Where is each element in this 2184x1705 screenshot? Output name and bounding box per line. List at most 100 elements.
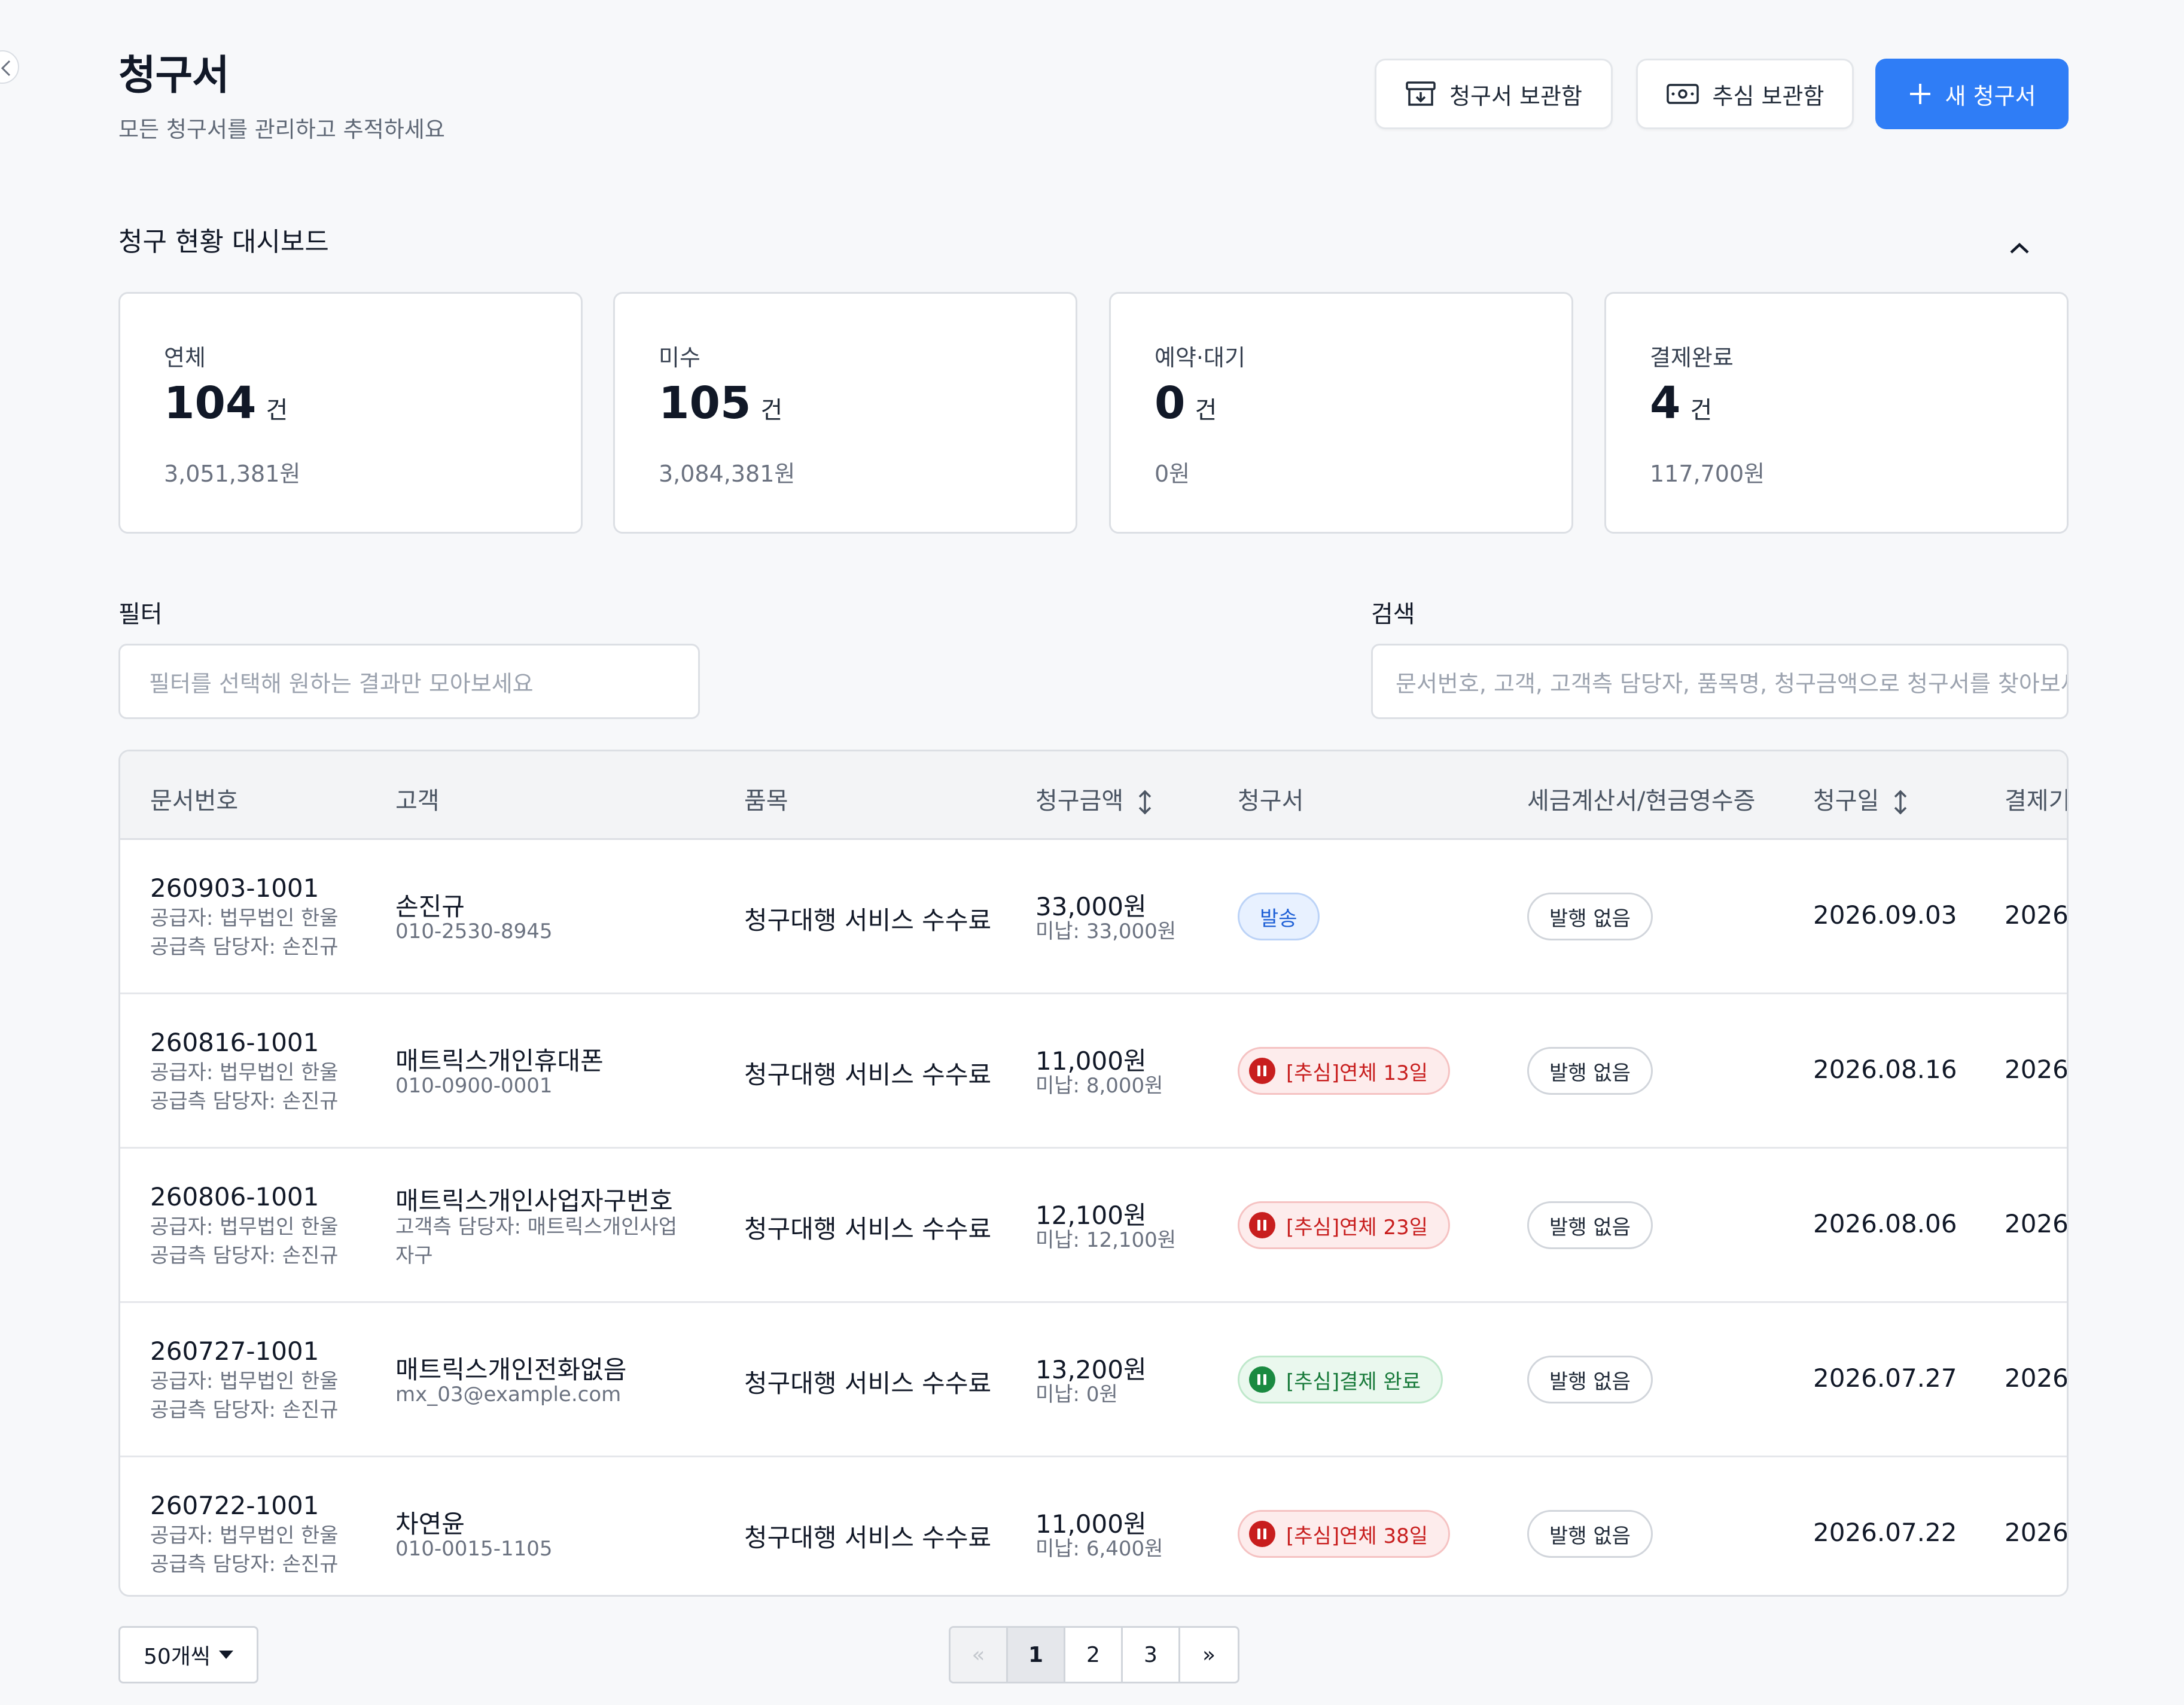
pause-icon <box>1249 1521 1275 1547</box>
page-button-2[interactable]: 2 <box>1065 1628 1123 1682</box>
column-header-invoice[interactable]: 청구서 <box>1238 781 1303 816</box>
due-date: 2026. <box>2005 1518 2069 1547</box>
per-page-value: 50개씩 <box>143 1645 211 1669</box>
item-name: 청구대행 서비스 수수료 <box>744 906 992 935</box>
column-header-doc-no[interactable]: 문서번호 <box>150 781 238 816</box>
search-input[interactable]: 문서번호, 고객, 고객측 담당자, 품목명, 청구금액으로 청구서를 찾아보세… <box>1371 644 2069 719</box>
supplier-contact: 공급측 담당자: 손진규 <box>150 1398 339 1422</box>
table-row[interactable]: 260903-1001 공급자: 법무법인 한울 공급측 담당자: 손진규 손진… <box>120 840 2067 994</box>
pause-icon <box>1249 1058 1275 1084</box>
page-button-3[interactable]: 3 <box>1123 1628 1180 1682</box>
stat-card-overdue[interactable]: 연체 104 건 3,051,381원 <box>118 292 583 534</box>
supplier: 공급자: 법무법인 한울 <box>150 1369 339 1393</box>
chevron-up-icon <box>2010 242 2029 254</box>
item-name: 청구대행 서비스 수수료 <box>744 1214 992 1244</box>
invoice-archive-button[interactable]: 청구서 보관함 <box>1375 59 1613 129</box>
stat-count: 0건 <box>1155 377 1217 429</box>
new-invoice-button[interactable]: 새 청구서 <box>1875 59 2069 129</box>
stat-card-unpaid[interactable]: 미수 105 건 3,084,381원 <box>613 292 1077 534</box>
invoice-date: 2026.07.27 <box>1813 1363 1957 1393</box>
stat-count: 104 건 <box>164 377 288 429</box>
per-page-select[interactable]: 50개씩 <box>118 1626 258 1683</box>
stat-amount: 0원 <box>1155 461 1190 487</box>
sort-arrows-icon <box>1894 790 1907 815</box>
item-name: 청구대행 서비스 수수료 <box>744 1060 992 1089</box>
banknote-icon <box>1666 84 1699 104</box>
tax-status-badge[interactable]: 발행 없음 <box>1527 1047 1653 1095</box>
unpaid-amount: 미납: 33,000원 <box>1035 920 1177 943</box>
column-header-tax[interactable]: 세금계산서/현금영수증 <box>1527 781 1755 816</box>
page-button-1[interactable]: 1 <box>1008 1628 1065 1682</box>
plus-icon <box>1909 84 1930 104</box>
supplier-contact: 공급측 담당자: 손진규 <box>150 1552 339 1576</box>
table-row[interactable]: 260806-1001 공급자: 법무법인 한울 공급측 담당자: 손진규 매트… <box>120 1149 2067 1303</box>
supplier-contact: 공급측 담당자: 손진규 <box>150 1089 339 1113</box>
archive-box-icon <box>1406 81 1436 106</box>
column-header-due[interactable]: 결제기한 <box>2005 781 2067 816</box>
unpaid-amount: 미납: 6,400원 <box>1035 1537 1163 1561</box>
invoice-date: 2026.07.22 <box>1813 1518 1957 1547</box>
customer-contact: 010-0015-1105 <box>395 1537 553 1561</box>
new-invoice-label: 새 청구서 <box>1945 83 2036 109</box>
doc-number[interactable]: 260816-1001 <box>150 1028 319 1057</box>
doc-number[interactable]: 260727-1001 <box>150 1336 319 1366</box>
stat-label: 미수 <box>659 345 700 371</box>
sort-arrows-icon <box>1138 790 1152 815</box>
stat-label: 연체 <box>164 345 206 371</box>
table-row[interactable]: 260816-1001 공급자: 법무법인 한울 공급측 담당자: 손진규 매트… <box>120 994 2067 1149</box>
table-header: 문서번호 고객 품목 청구금액 청구서 세금계산서/현금영수증 청구일 결제기한 <box>120 751 2067 840</box>
chevron-left-icon <box>1 60 11 77</box>
invoice-archive-label: 청구서 보관함 <box>1449 83 1582 109</box>
status-badge[interactable]: 발송 <box>1238 893 1320 940</box>
dashboard-collapse-button[interactable] <box>2009 242 2030 257</box>
column-header-customer[interactable]: 고객 <box>395 781 440 816</box>
table-row[interactable]: 260727-1001 공급자: 법무법인 한울 공급측 담당자: 손진규 매트… <box>120 1303 2067 1457</box>
supplier: 공급자: 법무법인 한울 <box>150 1524 339 1548</box>
tax-status-badge[interactable]: 발행 없음 <box>1527 893 1653 940</box>
column-header-item[interactable]: 품목 <box>744 781 788 816</box>
pagination: « 1 2 3 » <box>949 1626 1239 1683</box>
caret-down-icon <box>219 1651 234 1659</box>
pause-icon <box>1249 1366 1275 1393</box>
stat-card-paid[interactable]: 결제완료 4건 117,700원 <box>1604 292 2069 534</box>
prev-page-button[interactable]: « <box>951 1628 1008 1682</box>
filter-input[interactable]: 필터를 선택해 원하는 결과만 모아보세요 <box>118 644 700 719</box>
doc-number[interactable]: 260722-1001 <box>150 1491 319 1520</box>
status-badge[interactable]: [추심]연체 38일 <box>1238 1510 1451 1558</box>
stat-count: 105 건 <box>659 377 783 429</box>
unpaid-amount: 미납: 8,000원 <box>1035 1074 1163 1098</box>
tax-status-badge[interactable]: 발행 없음 <box>1527 1510 1653 1558</box>
doc-number[interactable]: 260903-1001 <box>150 873 319 903</box>
status-badge[interactable]: [추심]결제 완료 <box>1238 1356 1443 1403</box>
due-date: 2026. <box>2005 1055 2069 1084</box>
invoice-table: 문서번호 고객 품목 청구금액 청구서 세금계산서/현금영수증 청구일 결제기한… <box>118 750 2069 1597</box>
page-subtitle: 모든 청구서를 관리하고 추적하세요 <box>118 117 445 142</box>
doc-number[interactable]: 260806-1001 <box>150 1182 319 1211</box>
supplier: 공급자: 법무법인 한울 <box>150 1061 339 1085</box>
stat-amount: 3,051,381원 <box>164 461 301 487</box>
stat-label: 예약·대기 <box>1155 345 1245 371</box>
stat-count: 4건 <box>1650 377 1713 429</box>
stat-label: 결제완료 <box>1650 345 1734 371</box>
collection-archive-label: 추심 보관함 <box>1712 83 1824 109</box>
unpaid-amount: 미납: 0원 <box>1035 1383 1118 1406</box>
filter-label: 필터 <box>118 601 163 628</box>
supplier: 공급자: 법무법인 한울 <box>150 1215 339 1239</box>
column-header-date[interactable]: 청구일 <box>1813 781 1908 816</box>
invoice-page: 청구서 모든 청구서를 관리하고 추적하세요 청구서 보관함 추심 보관함 새 … <box>0 0 2184 1705</box>
supplier-contact: 공급측 담당자: 손진규 <box>150 1244 339 1268</box>
tax-status-badge[interactable]: 발행 없음 <box>1527 1201 1653 1249</box>
next-page-button[interactable]: » <box>1180 1628 1238 1682</box>
sidebar-collapse-button[interactable] <box>0 50 19 84</box>
collection-archive-button[interactable]: 추심 보관함 <box>1636 59 1854 129</box>
column-header-amount[interactable]: 청구금액 <box>1035 781 1153 816</box>
table-row[interactable]: 260722-1001 공급자: 법무법인 한울 공급측 담당자: 손진규 차연… <box>120 1457 2069 1595</box>
item-name: 청구대행 서비스 수수료 <box>744 1369 992 1398</box>
search-label: 검색 <box>1371 601 1415 628</box>
status-badge[interactable]: [추심]연체 23일 <box>1238 1201 1451 1249</box>
due-date: 2026. <box>2005 1209 2069 1238</box>
stat-card-scheduled[interactable]: 예약·대기 0건 0원 <box>1109 292 1573 534</box>
due-date: 2026. <box>2005 1363 2069 1393</box>
tax-status-badge[interactable]: 발행 없음 <box>1527 1356 1653 1403</box>
status-badge[interactable]: [추심]연체 13일 <box>1238 1047 1451 1095</box>
